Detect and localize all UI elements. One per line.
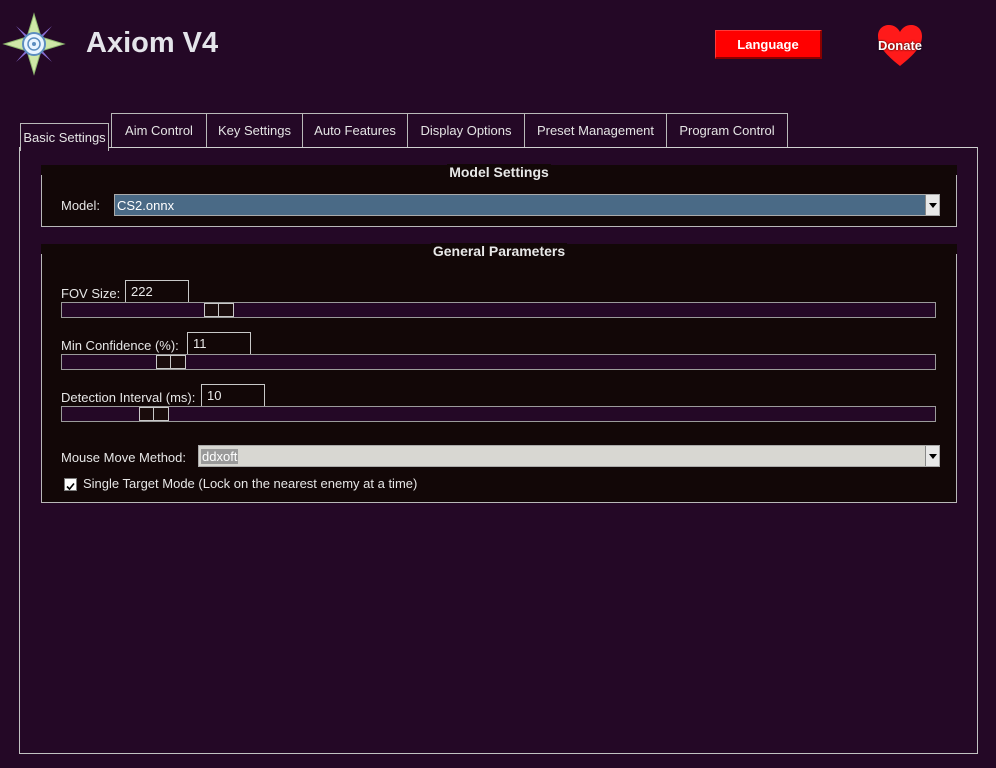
app-window: Axiom V4 Language Donate Basic Settings … xyxy=(0,0,996,768)
detection-interval-label: Detection Interval (ms): xyxy=(61,390,196,405)
fov-size-slider[interactable] xyxy=(61,302,936,318)
tab-program-control[interactable]: Program Control xyxy=(666,113,788,147)
chevron-down-icon[interactable] xyxy=(925,446,939,466)
tab-key-settings[interactable]: Key Settings xyxy=(206,113,303,147)
single-target-checkbox[interactable] xyxy=(64,478,77,491)
min-confidence-label: Min Confidence (%): xyxy=(61,338,179,353)
app-title: Axiom V4 xyxy=(86,27,219,59)
tab-auto-features[interactable]: Auto Features xyxy=(302,113,408,147)
tab-display-options[interactable]: Display Options xyxy=(407,113,525,147)
model-settings-group: Model Settings Model: CS2.onnx xyxy=(41,164,957,227)
min-confidence-slider[interactable] xyxy=(61,354,936,370)
fov-input[interactable]: 222 xyxy=(125,280,189,303)
tab-preset-management[interactable]: Preset Management xyxy=(524,113,667,147)
fov-label: FOV Size: xyxy=(61,286,121,301)
min-confidence-slider-thumb[interactable] xyxy=(156,355,186,369)
donate-label: Donate xyxy=(877,38,923,53)
general-parameters-group: General Parameters FOV Size: 222 Min Con… xyxy=(41,243,957,503)
model-settings-title: Model Settings xyxy=(447,164,551,180)
model-select[interactable]: CS2.onnx xyxy=(114,194,940,216)
mouse-move-method-label: Mouse Move Method: xyxy=(61,450,187,465)
compass-star-icon xyxy=(2,12,66,76)
chevron-down-icon[interactable] xyxy=(925,195,939,215)
mouse-move-method-select[interactable]: ddxoft xyxy=(198,445,940,467)
model-select-value: CS2.onnx xyxy=(117,197,175,213)
mouse-move-method-value: ddxoft xyxy=(201,448,239,464)
tab-aim-control[interactable]: Aim Control xyxy=(111,113,207,147)
model-label: Model: xyxy=(61,198,101,213)
detection-interval-input[interactable]: 10 xyxy=(201,384,265,407)
checkmark-icon xyxy=(66,482,75,491)
min-confidence-input[interactable]: 11 xyxy=(187,332,251,355)
settings-panel: Model Settings Model: CS2.onnx General P… xyxy=(19,147,978,754)
detection-interval-slider-thumb[interactable] xyxy=(139,407,169,421)
general-parameters-title: General Parameters xyxy=(430,243,568,259)
detection-interval-slider[interactable] xyxy=(61,406,936,422)
tab-basic-settings[interactable]: Basic Settings xyxy=(20,123,109,151)
single-target-label: Single Target Mode (Lock on the nearest … xyxy=(83,476,418,491)
fov-size-slider-thumb[interactable] xyxy=(204,303,234,317)
language-button[interactable]: Language xyxy=(715,30,822,59)
donate-button[interactable]: Donate xyxy=(868,23,932,69)
